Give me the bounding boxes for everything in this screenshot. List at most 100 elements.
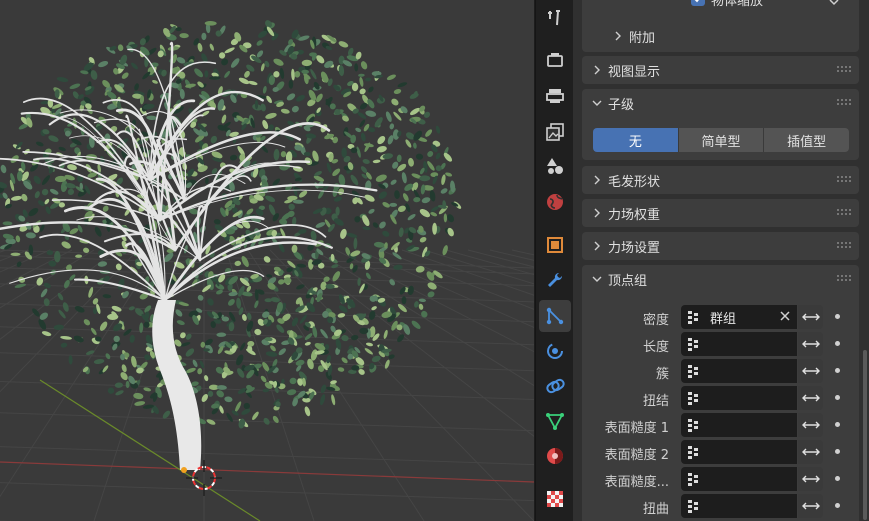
chevron-right-icon bbox=[594, 175, 600, 185]
vertex-group-field[interactable] bbox=[681, 332, 797, 356]
keyframe-dot-icon[interactable] bbox=[835, 503, 840, 508]
chevron-down-icon bbox=[592, 276, 602, 282]
invert-arrows-icon bbox=[801, 475, 820, 483]
keyframe-dot-icon[interactable] bbox=[835, 314, 840, 319]
invert-toggle[interactable] bbox=[798, 413, 823, 437]
render-tab[interactable] bbox=[539, 44, 571, 76]
invert-toggle[interactable] bbox=[798, 386, 823, 410]
constraints-tab[interactable] bbox=[539, 370, 571, 402]
drag-grip-icon[interactable] bbox=[837, 99, 851, 107]
vertex-group-icon bbox=[688, 311, 698, 324]
object-scale-checkbox-row[interactable]: 物体缩放 bbox=[691, 0, 764, 9]
vertex-group-row-roughness-1: 表面糙度 1 bbox=[582, 413, 859, 437]
row-label: 表面糙度 1 bbox=[604, 421, 669, 436]
children-mode-interpolated[interactable]: 插值型 bbox=[764, 128, 849, 152]
panel-title: 子级 bbox=[608, 97, 635, 113]
vertex-group-field[interactable] bbox=[681, 440, 797, 464]
material-tab[interactable] bbox=[539, 440, 571, 472]
chevron-right-icon bbox=[615, 31, 621, 41]
object-tab[interactable] bbox=[539, 229, 571, 261]
invert-arrows-icon bbox=[801, 340, 820, 348]
children-mode-simple[interactable]: 简单型 bbox=[678, 128, 765, 152]
texture-tab-icon bbox=[547, 491, 563, 507]
row-label: 簇 bbox=[655, 367, 669, 382]
vertex-group-icon bbox=[688, 419, 698, 432]
vertex-group-field[interactable] bbox=[681, 467, 797, 491]
drag-grip-icon[interactable] bbox=[837, 242, 851, 250]
keyframe-dot-icon[interactable] bbox=[835, 395, 840, 400]
drag-grip-icon[interactable] bbox=[837, 275, 851, 283]
checkbox-checked-icon[interactable] bbox=[691, 0, 705, 6]
keyframe-dot-icon[interactable] bbox=[835, 341, 840, 346]
vertex-group-field[interactable]: 群组 bbox=[681, 305, 797, 329]
vertex-group-icon bbox=[688, 446, 698, 459]
chevron-right-icon bbox=[594, 65, 600, 75]
view-layer-tab[interactable] bbox=[539, 116, 571, 148]
panel-header-children[interactable]: 子级 bbox=[582, 89, 859, 117]
data-tab[interactable] bbox=[539, 405, 571, 437]
panel-header-vertex-groups[interactable]: 顶点组 bbox=[582, 265, 859, 293]
particles-tab[interactable] bbox=[539, 300, 571, 332]
drag-grip-icon[interactable] bbox=[837, 209, 851, 217]
panel-title: 毛发形状 bbox=[608, 174, 661, 190]
vertex-group-row-density: 密度 群组 bbox=[582, 305, 859, 329]
object-scale-label: 物体缩放 bbox=[711, 0, 764, 9]
drag-grip-icon[interactable] bbox=[837, 66, 851, 74]
row-label: 密度 bbox=[642, 313, 669, 328]
vertex-group-icon bbox=[688, 473, 698, 486]
vertex-group-field[interactable] bbox=[681, 359, 797, 383]
invert-toggle[interactable] bbox=[798, 359, 823, 383]
modifier-tab[interactable] bbox=[539, 264, 571, 296]
row-label: 长度 bbox=[642, 340, 669, 355]
field-value: 群组 bbox=[710, 311, 737, 327]
vertex-group-icon bbox=[688, 392, 698, 405]
children-mode-none[interactable]: 无 bbox=[593, 128, 679, 152]
invert-arrows-icon bbox=[801, 421, 820, 429]
world-tab[interactable] bbox=[539, 186, 571, 218]
physics-tab[interactable] bbox=[539, 335, 571, 367]
subpanel-title: 附加 bbox=[629, 30, 656, 46]
chevron-down-icon[interactable] bbox=[829, 0, 839, 6]
vertex-group-field[interactable] bbox=[681, 386, 797, 410]
x-axis-line bbox=[0, 461, 534, 483]
viewport-scene[interactable] bbox=[0, 0, 534, 521]
invert-toggle[interactable] bbox=[798, 494, 823, 518]
texture-tab[interactable] bbox=[539, 483, 571, 515]
render-tab-icon bbox=[547, 53, 563, 67]
panel-header-field-weights[interactable]: 力场权重 bbox=[582, 199, 859, 227]
output-tab[interactable] bbox=[539, 80, 571, 112]
modifier-tab-icon bbox=[548, 272, 563, 287]
panel-header-hair-shape[interactable]: 毛发形状 bbox=[582, 166, 859, 194]
3d-viewport[interactable] bbox=[0, 0, 534, 521]
invert-arrows-icon bbox=[801, 367, 820, 375]
vertex-group-row-clump: 簇 bbox=[582, 359, 859, 383]
row-label: 表面糙度... bbox=[604, 475, 669, 490]
panel-header-force-field-settings[interactable]: 力场设置 bbox=[582, 232, 859, 260]
object-tab-icon bbox=[547, 237, 563, 253]
invert-toggle[interactable] bbox=[798, 332, 823, 356]
keyframe-dot-icon[interactable] bbox=[835, 449, 840, 454]
material-tab-icon bbox=[547, 448, 563, 464]
drag-grip-icon[interactable] bbox=[837, 176, 851, 184]
vertex-group-field[interactable] bbox=[681, 494, 797, 518]
output-tab-icon bbox=[546, 89, 564, 103]
vertex-group-icon bbox=[688, 365, 698, 378]
invert-toggle[interactable] bbox=[798, 440, 823, 464]
panel-title: 顶点组 bbox=[608, 273, 648, 289]
tool-tab[interactable] bbox=[539, 2, 571, 34]
scene-tab[interactable] bbox=[539, 150, 571, 182]
keyframe-dot-icon[interactable] bbox=[835, 368, 840, 373]
clear-icon[interactable] bbox=[779, 310, 791, 322]
invert-toggle[interactable] bbox=[798, 305, 823, 329]
panel-header-viewport-display[interactable]: 视图显示 bbox=[582, 56, 859, 84]
subpanel-header-fujia[interactable]: 附加 bbox=[603, 22, 843, 50]
vertex-group-field[interactable] bbox=[681, 413, 797, 437]
object-origin-icon bbox=[181, 467, 187, 473]
panel-title: 视图显示 bbox=[608, 64, 661, 80]
vertex-group-icon bbox=[688, 338, 698, 351]
keyframe-dot-icon[interactable] bbox=[835, 422, 840, 427]
keyframe-dot-icon[interactable] bbox=[835, 476, 840, 481]
children-mode-selector: 无 简单型 插值型 bbox=[593, 128, 849, 152]
invert-toggle[interactable] bbox=[798, 467, 823, 491]
scrollbar[interactable] bbox=[863, 350, 867, 520]
